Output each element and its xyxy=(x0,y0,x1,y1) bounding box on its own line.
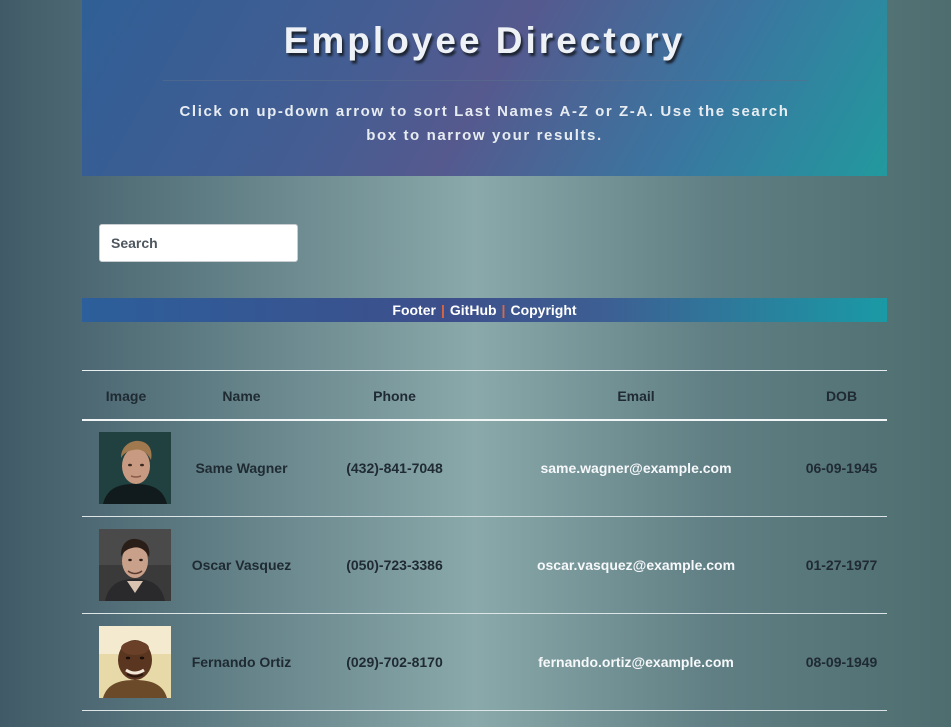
image-cell xyxy=(82,614,171,711)
employee-table: Image Name Phone Email DOB Same Wagner (… xyxy=(82,370,887,711)
page-instructions: Click on up-down arrow to sort Last Name… xyxy=(179,103,790,144)
footer-separator: | xyxy=(440,302,445,318)
employee-photo xyxy=(99,432,171,505)
table-header-row: Image Name Phone Email DOB xyxy=(82,370,887,420)
github-link[interactable]: GitHub xyxy=(450,302,497,318)
image-cell xyxy=(82,420,171,517)
employee-photo xyxy=(99,626,171,698)
employee-table-container: Image Name Phone Email DOB Same Wagner (… xyxy=(82,370,887,711)
table-body: Same Wagner (432)-841-7048 same.wagner@e… xyxy=(82,420,887,711)
employee-dob: 06-09-1945 xyxy=(805,460,878,477)
employee-phone: (432)-841-7048 xyxy=(346,460,443,477)
page-header: Employee Directory Click on up-down arro… xyxy=(82,0,887,176)
column-header-name[interactable]: Name xyxy=(170,371,313,420)
employee-phone: (050)-723-3386 xyxy=(346,557,443,573)
employee-email[interactable]: fernando.ortiz@example.com xyxy=(476,614,796,711)
table-row: Oscar Vasquez (050)-723-3386 oscar.vasqu… xyxy=(82,517,887,614)
employee-phone: (029)-702-8170 xyxy=(346,654,443,670)
employee-photo xyxy=(99,529,171,601)
footer-separator: | xyxy=(501,302,506,318)
page: Employee Directory Click on up-down arro… xyxy=(82,0,887,711)
employee-name: Oscar Vasquez xyxy=(191,557,292,573)
employee-name: Same Wagner xyxy=(195,460,288,477)
column-header-email: Email xyxy=(617,387,655,404)
table-row: Fernando Ortiz (029)-702-8170 fernando.o… xyxy=(82,614,887,711)
table-header: Image Name Phone Email DOB xyxy=(82,370,887,420)
employee-name: Fernando Ortiz xyxy=(191,654,292,670)
image-cell xyxy=(82,517,171,614)
column-header-dob: DOB xyxy=(825,387,858,404)
footer-link[interactable]: Footer xyxy=(392,302,436,318)
page-title: Employee Directory xyxy=(283,20,686,61)
employee-dob: 08-09-1949 xyxy=(805,654,878,670)
column-header-image: Image xyxy=(105,387,147,404)
table-row: Same Wagner (432)-841-7048 same.wagner@e… xyxy=(82,420,887,517)
employee-email[interactable]: oscar.vasquez@example.com xyxy=(476,517,796,614)
employee-email[interactable]: same.wagner@example.com xyxy=(476,420,796,517)
copyright-link[interactable]: Copyright xyxy=(510,302,576,318)
column-header-phone: Phone xyxy=(373,387,416,404)
header-divider xyxy=(162,80,807,81)
employee-dob: 01-27-1977 xyxy=(805,557,878,573)
footer-bar: Footer | GitHub | Copyright xyxy=(82,298,887,322)
search-input[interactable] xyxy=(99,224,298,262)
